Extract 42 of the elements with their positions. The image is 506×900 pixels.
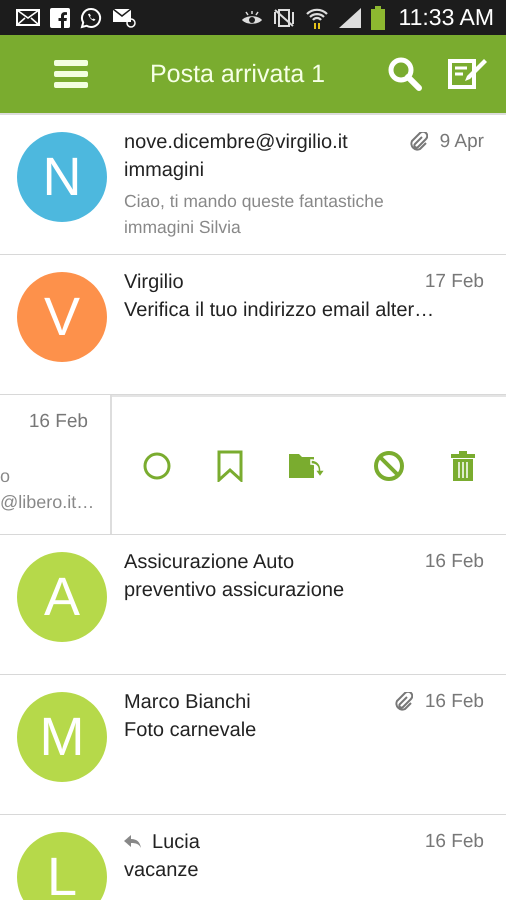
compose-button[interactable] [448, 57, 488, 91]
sender-name: Virgilio [124, 270, 185, 294]
search-button[interactable] [388, 57, 422, 91]
message-date: 16 Feb [424, 831, 484, 853]
email-icon [112, 8, 136, 28]
message-subject: Foto carnevale [124, 719, 258, 742]
clock: 11:33 AM [398, 4, 494, 31]
eye-icon [240, 10, 263, 26]
block-button[interactable] [373, 450, 405, 482]
sender-name: Lucia [152, 830, 201, 854]
sender-name: nove.dicembre@virgilio.it [124, 130, 349, 154]
message-subject: preventivo assicurazione [124, 579, 346, 602]
battery-icon [370, 6, 385, 30]
signal-icon [338, 8, 361, 28]
message-subject: o [0, 465, 12, 488]
sender-name: Assicurazione Auto [124, 550, 296, 574]
message-date: 17 Feb [424, 271, 484, 293]
mark-read-button[interactable] [143, 452, 171, 480]
message-preview: @libero.it… [0, 491, 96, 514]
bookmark-button[interactable] [217, 450, 243, 482]
message-preview: Ciao, ti mando queste fantastiche immagini Silvia [124, 190, 385, 239]
menu-button[interactable] [54, 59, 88, 89]
avatar: A [17, 552, 107, 642]
avatar: M [17, 692, 107, 782]
avatar: V [17, 272, 107, 362]
delete-button[interactable] [451, 450, 475, 480]
app-title: Posta arrivata 1 [150, 60, 326, 88]
message-date: 9 Apr [440, 131, 484, 153]
facebook-icon [50, 8, 70, 28]
message-subject: immagini [124, 159, 206, 182]
message-date: 16 Feb [424, 691, 484, 713]
sender-name: Marco Bianchi [124, 690, 252, 714]
wifi-icon [304, 6, 329, 28]
message-date: 16 Feb [28, 411, 88, 433]
avatar: L [17, 832, 107, 900]
message-subject: Verifica il tuo indirizzo email alter… [124, 299, 436, 322]
avatar: N [17, 132, 107, 222]
message-subject: vacanze [124, 859, 200, 882]
chat-bubble-icon [80, 6, 102, 28]
vibrate-off-icon [272, 8, 295, 28]
message-date: 16 Feb [424, 551, 484, 573]
mail-icon [16, 9, 40, 26]
